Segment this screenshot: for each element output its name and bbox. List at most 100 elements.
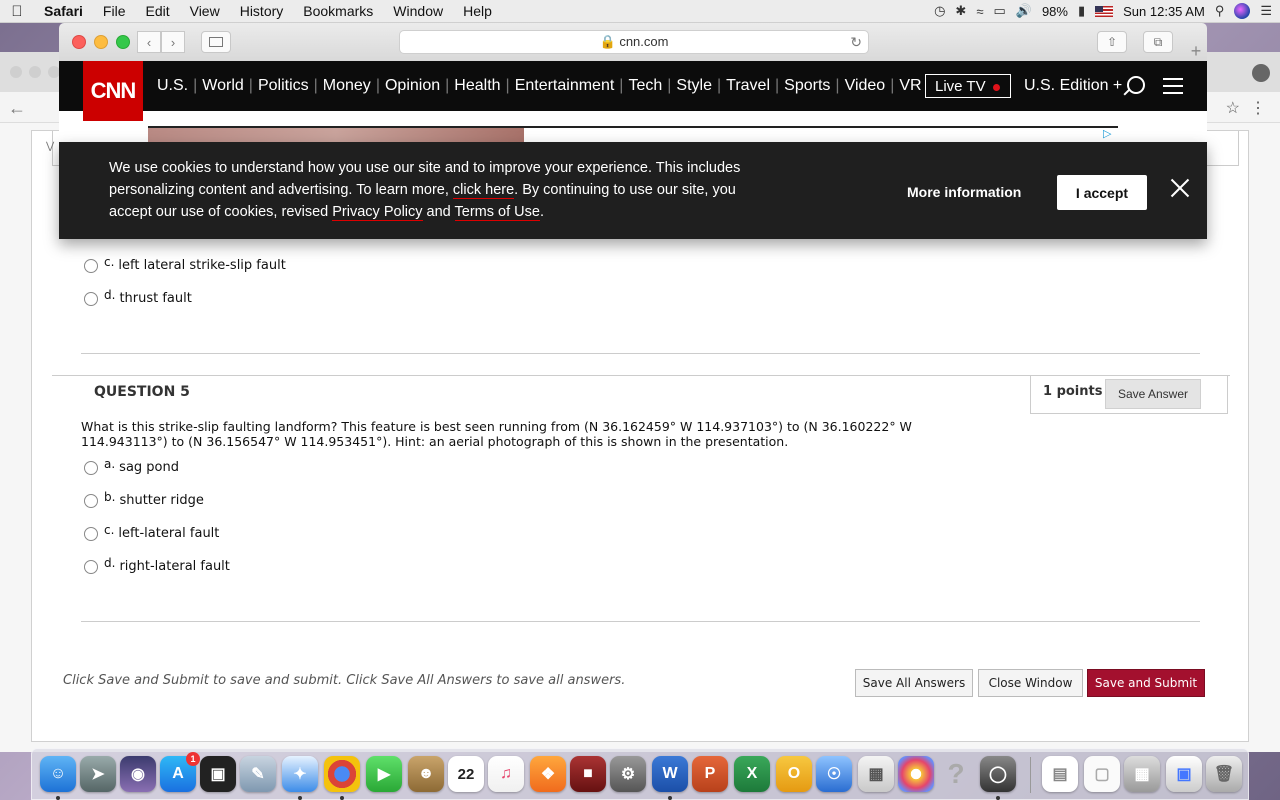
- document-icon[interactable]: ▤: [1042, 756, 1078, 792]
- accept-cookies-button[interactable]: I accept: [1057, 175, 1147, 210]
- time-machine-icon[interactable]: ◷: [934, 3, 945, 19]
- back-arrow-icon[interactable]: ←: [8, 98, 26, 119]
- menu-app-name[interactable]: Safari: [34, 3, 93, 19]
- notification-center-icon[interactable]: ☰: [1260, 3, 1272, 19]
- option-b[interactable]: b. shutter ridge: [84, 490, 204, 508]
- input-source-flag-icon[interactable]: [1095, 5, 1114, 17]
- sidebar-toggle-button[interactable]: [201, 31, 231, 53]
- screenshot-tool-icon[interactable]: ▦: [858, 756, 894, 792]
- finder-icon[interactable]: ☺: [40, 756, 76, 792]
- edition-selector[interactable]: U.S. Edition +: [1024, 61, 1122, 111]
- more-menu-icon[interactable]: ⋮: [1250, 98, 1266, 118]
- radio-button[interactable]: [84, 560, 98, 574]
- collapse-chevron-icon[interactable]: ⋁: [46, 141, 54, 152]
- google-earth-pro-icon[interactable]: ◯: [980, 756, 1016, 792]
- airplay-icon[interactable]: ▭: [993, 3, 1005, 19]
- bookmark-star-icon[interactable]: ☆: [1226, 98, 1240, 118]
- facetime-icon[interactable]: ▶: [366, 756, 402, 792]
- hamburger-menu-icon[interactable]: [1163, 78, 1183, 99]
- reload-icon[interactable]: ↻: [850, 31, 862, 53]
- nav-link-style[interactable]: Style: [671, 77, 717, 95]
- system-preferences-icon[interactable]: ⚙: [610, 756, 646, 792]
- app-store-icon[interactable]: A1: [160, 752, 200, 792]
- minimize-window-icon[interactable]: [94, 35, 108, 49]
- live-tv-button[interactable]: Live TV: [925, 74, 1011, 98]
- photo-booth-icon[interactable]: ▣: [200, 756, 236, 792]
- privacy-policy-link[interactable]: Privacy Policy: [332, 204, 423, 221]
- terms-of-use-link[interactable]: Terms of Use: [454, 204, 540, 221]
- spotlight-icon[interactable]: ⚲: [1215, 3, 1225, 19]
- bluetooth-icon[interactable]: ✱: [955, 3, 966, 19]
- wifi-icon[interactable]: ≈: [976, 4, 983, 19]
- network-globe-icon[interactable]: ☉: [816, 756, 852, 792]
- click-here-link[interactable]: click here: [452, 182, 515, 199]
- nav-link-world[interactable]: World: [197, 77, 249, 95]
- option-c[interactable]: c. left-lateral fault: [84, 523, 219, 541]
- photo-booth-strip-icon[interactable]: ■: [570, 756, 606, 792]
- save-all-answers-button[interactable]: Save All Answers: [855, 669, 973, 697]
- radio-button[interactable]: [84, 259, 98, 273]
- siri-dock-icon[interactable]: ◉: [120, 756, 156, 792]
- more-information-link[interactable]: More information: [907, 184, 1021, 200]
- itunes-icon[interactable]: ♫: [488, 756, 524, 792]
- safari-compass-icon[interactable]: ✦: [282, 756, 318, 792]
- radio-button[interactable]: [84, 292, 98, 306]
- calendar-icon[interactable]: 22: [448, 756, 484, 792]
- nav-link-vr[interactable]: VR: [894, 77, 926, 95]
- zoom-window-icon[interactable]: [116, 35, 130, 49]
- apple-menu-icon[interactable]: : [0, 3, 34, 20]
- help-question-icon[interactable]: ?: [938, 756, 974, 792]
- menu-window[interactable]: Window: [383, 3, 453, 19]
- ad-banner[interactable]: ▷: [59, 111, 1207, 145]
- menu-edit[interactable]: Edit: [135, 3, 179, 19]
- nav-link-entertainment[interactable]: Entertainment: [510, 77, 620, 95]
- save-and-submit-button[interactable]: Save and Submit: [1087, 669, 1205, 697]
- word-icon[interactable]: W: [652, 756, 688, 792]
- new-tab-plus-icon[interactable]: +: [1185, 41, 1207, 61]
- menu-history[interactable]: History: [230, 3, 294, 19]
- nav-link-tech[interactable]: Tech: [623, 77, 667, 95]
- nav-link-politics[interactable]: Politics: [253, 77, 314, 95]
- nav-link-health[interactable]: Health: [449, 77, 505, 95]
- save-answer-button[interactable]: Save Answer: [1105, 379, 1201, 409]
- radio-button[interactable]: [84, 527, 98, 541]
- map-image-icon[interactable]: ▦: [1124, 756, 1160, 792]
- outlook-icon[interactable]: O: [776, 756, 812, 792]
- prev-option-c[interactable]: c. left lateral strike-slip fault: [84, 255, 286, 273]
- menu-help[interactable]: Help: [453, 3, 502, 19]
- siri-icon[interactable]: [1234, 3, 1251, 19]
- cnn-logo[interactable]: CNN: [83, 61, 143, 121]
- nav-link-sports[interactable]: Sports: [779, 77, 835, 95]
- battery-icon[interactable]: ▮: [1078, 3, 1085, 19]
- option-d[interactable]: d. right-lateral fault: [84, 556, 230, 574]
- menu-file[interactable]: File: [93, 3, 136, 19]
- powerpoint-icon[interactable]: P: [692, 756, 728, 792]
- radio-button[interactable]: [84, 461, 98, 475]
- radio-button[interactable]: [84, 494, 98, 508]
- nav-link-money[interactable]: Money: [318, 77, 376, 95]
- nav-link-opinion[interactable]: Opinion: [380, 77, 445, 95]
- close-icon[interactable]: [1170, 178, 1190, 198]
- close-window-icon[interactable]: [72, 35, 86, 49]
- excel-icon[interactable]: X: [734, 756, 770, 792]
- launchpad-icon[interactable]: ➤: [80, 756, 116, 792]
- volume-icon[interactable]: 🔊: [1016, 3, 1032, 19]
- search-icon[interactable]: [1127, 76, 1145, 94]
- account-icon[interactable]: [1252, 64, 1270, 82]
- chrome-icon[interactable]: [324, 756, 360, 792]
- preview-icon[interactable]: ✎: [240, 756, 276, 792]
- back-chevron-icon[interactable]: ‹: [137, 31, 161, 53]
- contacts-icon[interactable]: ☻: [408, 756, 444, 792]
- address-bar[interactable]: 🔒 cnn.com ↻: [399, 30, 869, 54]
- prev-option-d[interactable]: d. thrust fault: [84, 288, 192, 306]
- trash-icon[interactable]: 🗑: [1206, 756, 1242, 792]
- photos-icon[interactable]: [898, 756, 934, 792]
- adchoices-icon[interactable]: ▷: [1103, 127, 1111, 140]
- ibooks-icon[interactable]: ❖: [530, 756, 566, 792]
- option-a[interactable]: a. sag pond: [84, 457, 179, 475]
- show-tabs-button[interactable]: ⧉: [1143, 31, 1173, 53]
- screenshot-file-icon[interactable]: ▣: [1166, 756, 1202, 792]
- docx-file-icon[interactable]: ▢: [1084, 756, 1120, 792]
- forward-chevron-icon[interactable]: ›: [161, 31, 185, 53]
- menu-bookmarks[interactable]: Bookmarks: [293, 3, 383, 19]
